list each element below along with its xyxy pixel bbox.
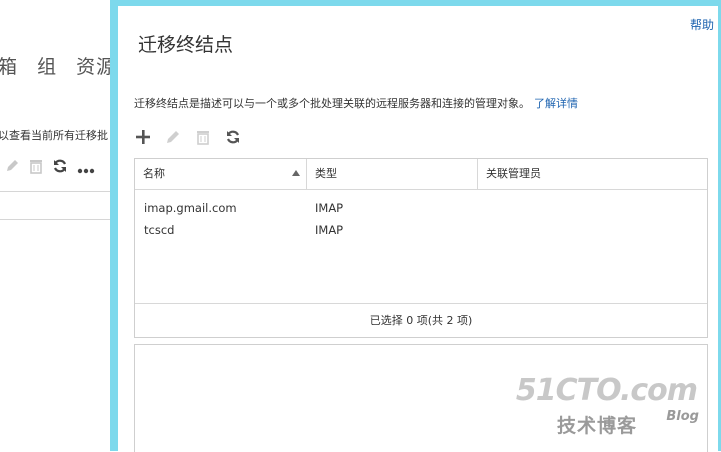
table-header: 名称 类型 关联管理员 xyxy=(135,159,707,190)
learn-more-link[interactable]: 了解详情 xyxy=(534,97,578,110)
background-toolbar xyxy=(4,158,95,178)
delete-icon[interactable] xyxy=(29,158,43,178)
cell-type: IMAP xyxy=(315,201,344,215)
nav-item-mailbox[interactable]: 箱 xyxy=(0,56,18,78)
watermark-subtitle: 技术博客 xyxy=(557,415,638,437)
table-row[interactable]: imap.gmail.com IMAP xyxy=(135,197,707,219)
dialog-description: 迁移终结点是描述可以与一个或多个批处理关联的远程服务器和连接的管理对象。 了解详情 xyxy=(134,95,578,111)
watermark-blog: Blog xyxy=(666,409,699,424)
background-description: 以查看当前所有迁移批 xyxy=(0,129,108,142)
column-header-type[interactable]: 类型 xyxy=(307,159,478,189)
more-icon[interactable] xyxy=(77,159,95,178)
dialog-title: 迁移终结点 xyxy=(138,34,234,56)
selection-status: 已选择 0 项(共 2 项) xyxy=(135,303,707,338)
divider xyxy=(0,219,112,220)
cell-name: tcscd xyxy=(144,223,175,237)
nav-item-groups[interactable]: 组 xyxy=(37,56,57,78)
background-nav: 箱 组 资源 xyxy=(0,52,112,79)
endpoints-table: 名称 类型 关联管理员 imap.gmail.com IMAP tcscd IM… xyxy=(134,158,708,338)
column-header-label: 类型 xyxy=(315,167,337,180)
background-page: 箱 组 资源 以查看当前所有迁移批 xyxy=(0,0,112,451)
column-header-label: 关联管理员 xyxy=(486,167,541,180)
watermark-logo: 51CTO.com xyxy=(515,373,698,408)
add-icon[interactable] xyxy=(134,128,152,146)
column-header-label: 名称 xyxy=(143,167,165,180)
sort-ascending-icon xyxy=(292,170,300,176)
toolbar xyxy=(134,128,242,146)
watermark: 51CTO.com 技术博客 Blog xyxy=(516,373,707,438)
description-text: 迁移终结点是描述可以与一个或多个批处理关联的远程服务器和连接的管理对象。 xyxy=(134,97,530,110)
divider xyxy=(0,191,112,192)
nav-item-resources[interactable]: 资源 xyxy=(76,56,112,78)
refresh-icon[interactable] xyxy=(224,128,242,146)
delete-icon[interactable] xyxy=(194,128,212,146)
table-row[interactable]: tcscd IMAP xyxy=(135,219,707,241)
edit-icon[interactable] xyxy=(164,128,182,146)
cell-name: imap.gmail.com xyxy=(144,201,237,215)
column-header-name[interactable]: 名称 xyxy=(135,159,307,189)
refresh-icon[interactable] xyxy=(52,158,68,178)
cell-type: IMAP xyxy=(315,223,344,237)
help-link[interactable]: 帮助 xyxy=(690,16,714,33)
column-header-associated-admins[interactable]: 关联管理员 xyxy=(478,159,707,189)
edit-icon[interactable] xyxy=(4,158,20,178)
